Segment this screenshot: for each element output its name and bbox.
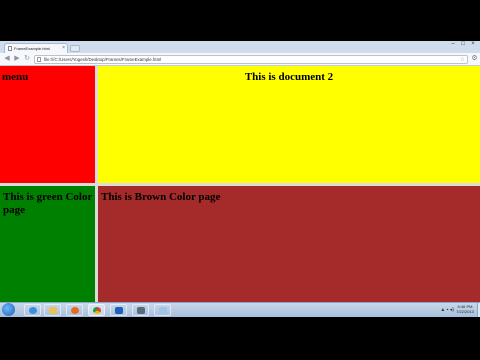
forward-icon[interactable]: ▶ (12, 54, 22, 64)
page-favicon-icon (8, 46, 12, 51)
chrome-icon[interactable] (88, 304, 105, 316)
minimize-icon[interactable]: – (448, 41, 458, 47)
frameset: menu This is document 2 This is green Co… (0, 66, 480, 302)
frame-document-2: This is document 2 (98, 66, 480, 183)
outlook-icon[interactable] (110, 304, 127, 316)
firefox-icon[interactable] (66, 304, 83, 316)
tab-title: FrameExample.html (14, 46, 50, 51)
frame-brown-page: This is Brown Color page (98, 186, 480, 302)
start-orb-icon[interactable] (2, 303, 15, 316)
new-tab-button[interactable] (70, 45, 80, 52)
window-controls: – □ × (448, 41, 478, 50)
wrench-menu-icon[interactable]: ⚙ (470, 54, 479, 64)
document-2-heading: This is document 2 (244, 71, 334, 83)
frame-menu: menu (0, 66, 95, 183)
tray-icons[interactable]: ▲ ▪ ◂) (440, 307, 454, 313)
browser-tab-strip: FrameExample.html × – □ × (0, 41, 480, 53)
address-url: file:///C:/Users/Yogesh/Desktop/Frames/F… (44, 57, 162, 62)
frame-green-page: This is green Color page (0, 186, 95, 302)
browser-toolbar: ◀ ▶ ↻ file:///C:/Users/Yogesh/Desktop/Fr… (0, 53, 480, 66)
clock-date: 7/22/2013 (456, 309, 474, 314)
file-explorer-icon[interactable] (44, 304, 61, 316)
brown-page-heading: This is Brown Color page (101, 191, 221, 203)
tab-close-icon[interactable]: × (62, 44, 65, 53)
reload-icon[interactable]: ↻ (22, 54, 32, 64)
close-icon[interactable]: × (468, 41, 478, 47)
address-bar[interactable]: file:///C:/Users/Yogesh/Desktop/Frames/F… (34, 55, 468, 64)
browser-tab[interactable]: FrameExample.html × (4, 43, 68, 53)
taskbar-clock[interactable]: 5:46 PM 7/22/2013 (455, 304, 475, 314)
windows-taskbar: ▲ ▪ ◂) 5:46 PM 7/22/2013 (0, 302, 480, 317)
internet-explorer-icon[interactable] (24, 304, 41, 316)
notepad-icon[interactable] (154, 304, 171, 316)
screen: FrameExample.html × – □ × ◀ ▶ ↻ file:///C:… (0, 41, 480, 317)
back-icon[interactable]: ◀ (2, 54, 12, 64)
menu-heading: menu (2, 71, 29, 83)
green-page-heading: This is green Color page (3, 191, 93, 216)
page-icon (37, 57, 41, 62)
bookmark-star-icon[interactable]: ☆ (460, 56, 465, 64)
maximize-icon[interactable]: □ (458, 41, 468, 47)
screen-recorder-icon[interactable] (132, 304, 149, 316)
